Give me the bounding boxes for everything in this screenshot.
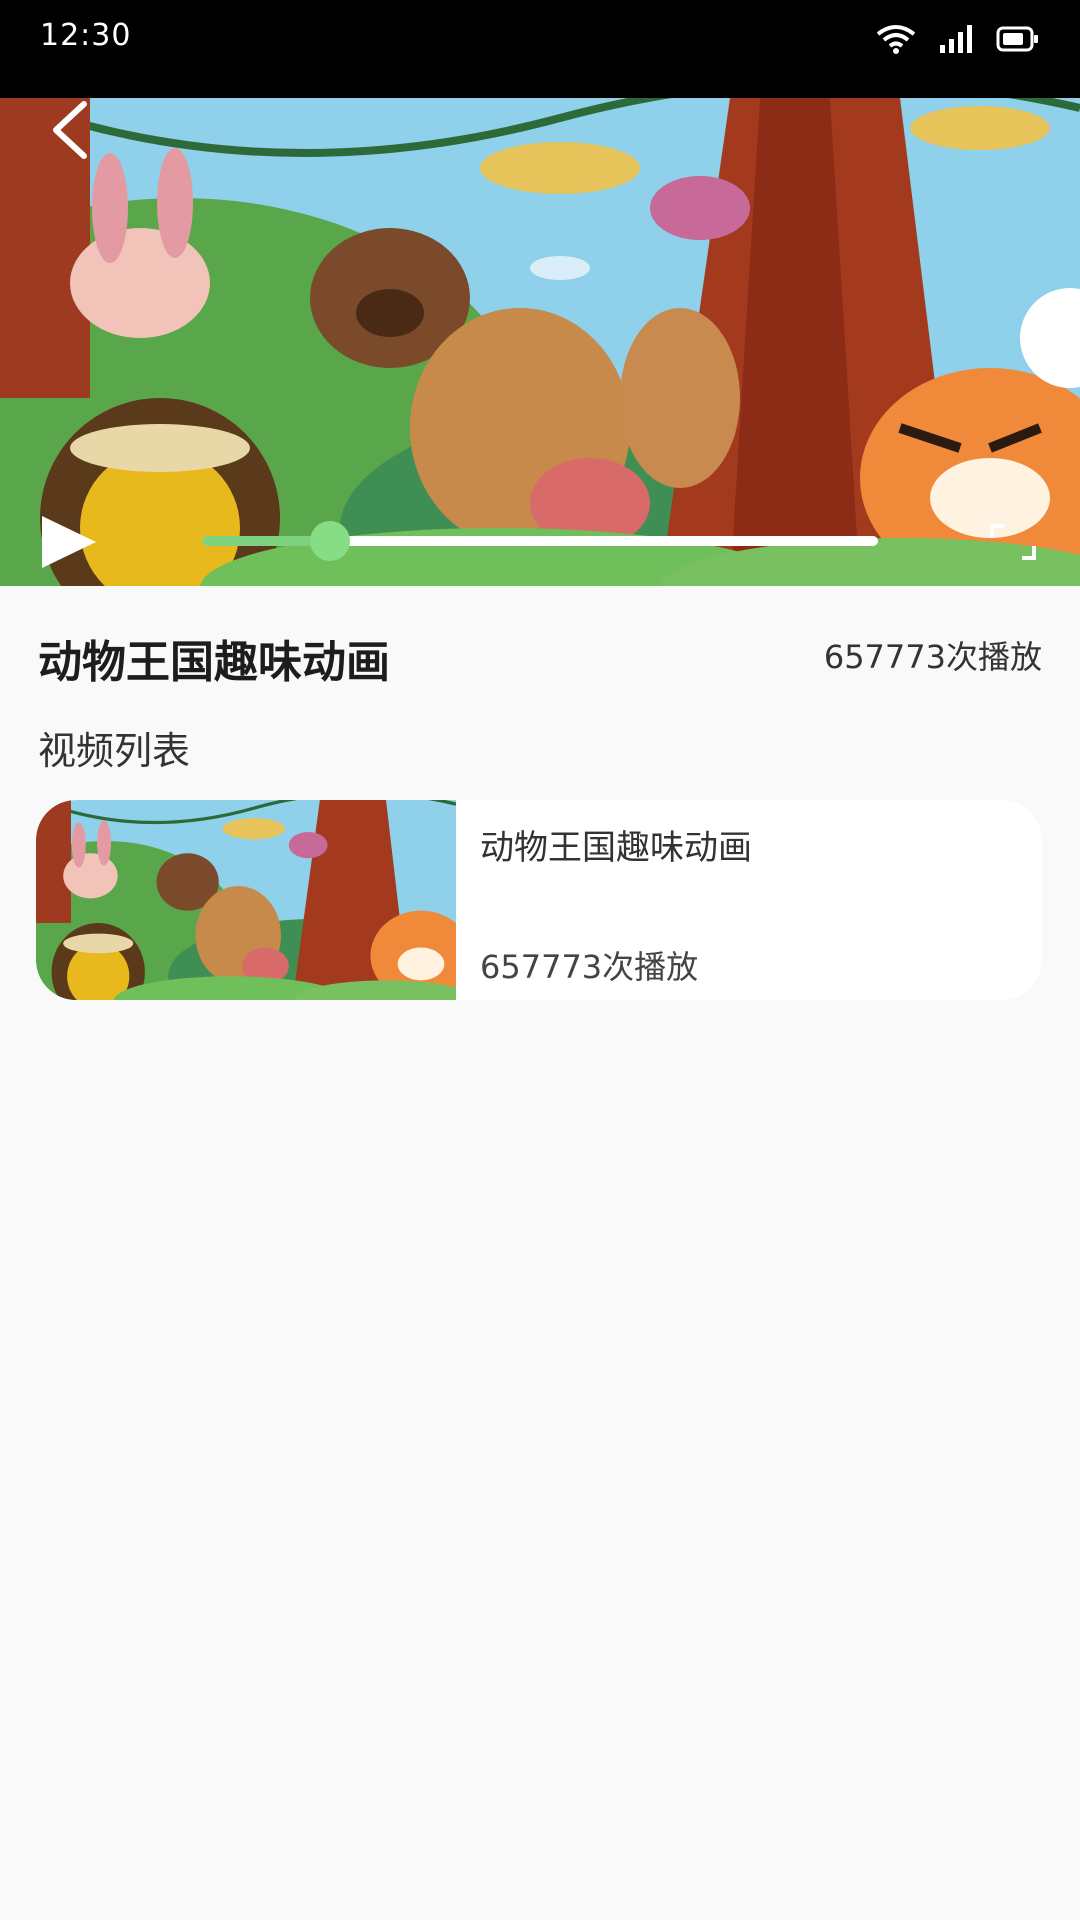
- battery-icon: [996, 26, 1038, 52]
- video-list-item[interactable]: 动物王国趣味动画 657773次播放: [36, 800, 1042, 1000]
- play-icon[interactable]: [38, 514, 100, 570]
- status-icons: [876, 22, 1040, 56]
- status-bar: 12:30: [0, 0, 1080, 98]
- status-time: 12:30: [40, 18, 132, 53]
- back-icon[interactable]: [44, 100, 104, 160]
- video-thumbnail: [36, 800, 456, 1000]
- progress-bar[interactable]: [202, 521, 878, 561]
- video-play-count: 657773次播放: [823, 638, 1042, 676]
- video-frame-illustration: [0, 98, 1080, 586]
- video-list-heading: 视频列表: [38, 729, 191, 773]
- signal-icon: [940, 25, 972, 53]
- wifi-icon: [876, 25, 916, 54]
- fullscreen-icon[interactable]: [988, 522, 1038, 562]
- video-player[interactable]: [0, 98, 1080, 586]
- list-item-title: 动物王国趣味动画: [480, 828, 752, 868]
- video-title: 动物王国趣味动画: [38, 637, 390, 688]
- list-item-play-count: 657773次播放: [480, 948, 699, 986]
